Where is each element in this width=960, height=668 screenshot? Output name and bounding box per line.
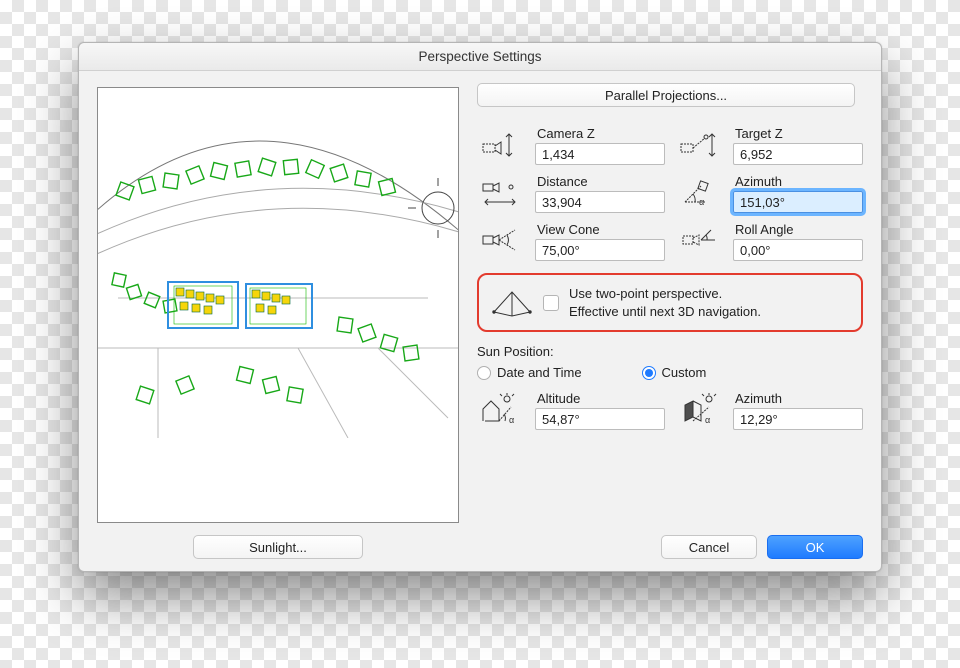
two-point-checkbox[interactable]: [543, 295, 559, 311]
camera-z-icon: [481, 128, 521, 160]
sun-azimuth-input[interactable]: [733, 408, 863, 430]
camera-z-label: Camera Z: [537, 126, 665, 141]
sunlight-button[interactable]: Sunlight...: [193, 535, 363, 559]
azimuth-label: Azimuth: [735, 174, 863, 189]
svg-text:α: α: [509, 415, 514, 425]
view-cone-label: View Cone: [537, 222, 665, 237]
sun-altitude-label: Altitude: [537, 391, 665, 406]
svg-text:α: α: [699, 197, 704, 207]
plan-drawing-icon: [98, 88, 458, 438]
radio-custom[interactable]: Custom: [642, 365, 707, 380]
ok-button[interactable]: OK: [767, 535, 863, 559]
roll-angle-input[interactable]: [733, 239, 863, 261]
target-z-input[interactable]: [733, 143, 863, 165]
two-point-perspective-group: Use two-point perspective. Effective unt…: [477, 273, 863, 332]
radio-date-time[interactable]: Date and Time: [477, 365, 582, 380]
distance-input[interactable]: [535, 191, 665, 213]
cancel-button[interactable]: Cancel: [661, 535, 757, 559]
azimuth-icon: α: [679, 176, 719, 208]
sun-azimuth-icon: α: [679, 393, 719, 425]
distance-label: Distance: [537, 174, 665, 189]
parallel-projections-button[interactable]: Parallel Projections...: [477, 83, 855, 107]
roll-angle-icon: [679, 224, 719, 256]
svg-text:α: α: [705, 415, 710, 425]
view-cone-icon: [481, 224, 521, 256]
perspective-settings-dialog: Perspective Settings: [78, 42, 882, 572]
two-point-icon: [491, 286, 533, 320]
distance-icon: [481, 176, 521, 208]
plan-preview: [97, 87, 459, 523]
sun-position-title: Sun Position:: [477, 344, 863, 359]
target-z-icon: [679, 128, 719, 160]
azimuth-input[interactable]: [733, 191, 863, 213]
two-point-text: Use two-point perspective. Effective unt…: [569, 285, 761, 320]
sun-azimuth-label: Azimuth: [735, 391, 863, 406]
sun-altitude-input[interactable]: [535, 408, 665, 430]
radio-date-time-label: Date and Time: [497, 365, 582, 380]
camera-z-input[interactable]: [535, 143, 665, 165]
sun-altitude-icon: α: [481, 393, 521, 425]
dialog-title: Perspective Settings: [79, 43, 881, 71]
view-cone-input[interactable]: [535, 239, 665, 261]
target-z-label: Target Z: [735, 126, 863, 141]
roll-angle-label: Roll Angle: [735, 222, 863, 237]
radio-custom-label: Custom: [662, 365, 707, 380]
